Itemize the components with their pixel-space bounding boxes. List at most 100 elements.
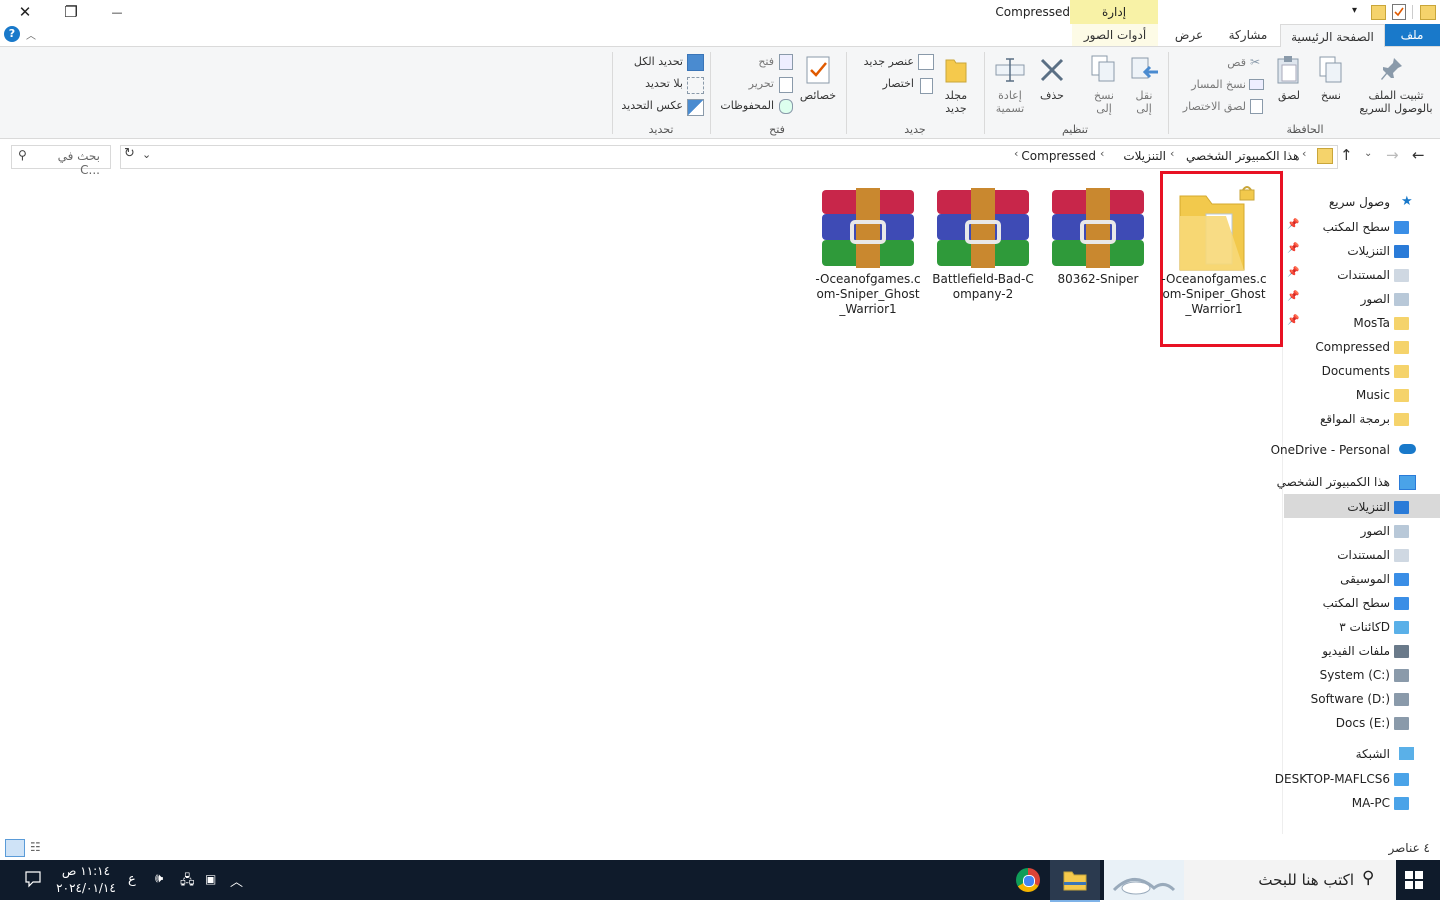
copy-button[interactable]: نسخ (1318, 89, 1344, 102)
history-button[interactable]: المحفوظات (716, 99, 774, 112)
nav-pc-item[interactable]: Docs (E:) (1336, 716, 1390, 730)
move-to-icon[interactable] (1130, 54, 1160, 89)
move-to-button[interactable]: نقل إلى (1128, 89, 1160, 115)
collapse-ribbon-icon[interactable]: ︿ (26, 27, 36, 42)
edit-icon[interactable] (779, 77, 793, 93)
meet-now-icon[interactable]: ▣ (205, 872, 216, 886)
folder-item[interactable]: -Oceanofgames.com-Sniper_Ghost_Warrior1 (1160, 186, 1268, 317)
nav-onedrive[interactable]: OneDrive - Personal (1271, 443, 1390, 457)
copy-to-button[interactable]: نسخ إلى (1088, 89, 1120, 115)
tab-file[interactable]: ملف (1384, 24, 1440, 46)
properties-check-icon[interactable] (805, 55, 831, 88)
show-hidden-icons-icon[interactable]: ︿ (230, 871, 243, 890)
properties-icon[interactable] (1392, 4, 1406, 20)
nav-pc-item[interactable]: كائنات ٣D (1339, 620, 1390, 634)
invert-selection-icon[interactable] (687, 99, 704, 116)
up-arrow-icon[interactable]: ↑ (1340, 146, 1353, 164)
breadcrumb-downloads[interactable]: التنزيلات (1110, 149, 1166, 163)
nav-pc-item[interactable]: الموسيقى (1340, 572, 1390, 586)
help-icon[interactable]: ? (4, 26, 20, 42)
easy-access-icon[interactable] (920, 78, 933, 94)
notifications-icon[interactable] (24, 870, 42, 888)
rename-icon[interactable] (994, 56, 1026, 87)
copy-to-icon[interactable] (1090, 54, 1120, 89)
pin-quick-access-button[interactable]: تثبيت الملف بالوصول السريع (1356, 89, 1436, 115)
paste-shortcut-icon[interactable] (1250, 99, 1263, 114)
clock-date[interactable]: ٢٠٢٤/٠١/١٤ (56, 881, 116, 895)
archive-item[interactable]: -Oceanofgames.com-Sniper_Ghost_Warrior1 (814, 186, 922, 317)
clock-time[interactable]: ١١:١٤ ص (56, 864, 116, 878)
select-all-icon[interactable] (687, 54, 704, 71)
minimize-button[interactable]: — (94, 0, 140, 24)
properties-button[interactable]: خصائص (796, 89, 840, 102)
rename-button[interactable]: إعادة تسمية (990, 89, 1030, 115)
nav-pc-item[interactable]: Software (D:) (1311, 692, 1390, 706)
breadcrumb-this-pc[interactable]: هذا الكمبيوتر الشخصي (1186, 149, 1299, 163)
chrome-icon[interactable] (1016, 868, 1040, 892)
windows-start-icon[interactable] (1404, 870, 1424, 890)
copy-path-icon[interactable] (1249, 79, 1264, 90)
details-view-icon[interactable] (5, 839, 25, 857)
nav-this-pc[interactable]: هذا الكمبيوتر الشخصي (1277, 475, 1390, 489)
folder-icon[interactable] (1371, 5, 1386, 20)
large-icons-view-icon[interactable]: ☷ (30, 840, 41, 854)
nav-quick-item[interactable]: المستندات (1337, 268, 1390, 282)
nav-pc-item[interactable]: المستندات (1337, 548, 1390, 562)
nav-quick-access[interactable]: وصول سريع (1329, 195, 1390, 209)
edit-button[interactable]: تحرير (744, 77, 774, 90)
breadcrumb-compressed[interactable]: Compressed (1020, 149, 1096, 163)
new-item-icon[interactable] (918, 54, 934, 70)
address-dropdown-icon[interactable]: ⌄ (142, 148, 151, 161)
nav-network-computer[interactable]: DESKTOP-MAFLCS6 (1275, 772, 1390, 786)
nav-pc-item[interactable]: System (C:) (1320, 668, 1390, 682)
archive-item[interactable]: 80362-Sniper (1044, 186, 1152, 287)
tab-share[interactable]: مشاركة (1220, 24, 1276, 46)
customize-toolbar-icon[interactable]: ▾ (1352, 5, 1362, 19)
tab-view[interactable]: عرض (1164, 24, 1214, 46)
open-button[interactable]: فتح (744, 55, 774, 68)
new-item-button[interactable]: عنصر جديد (852, 55, 914, 68)
nav-pc-item[interactable]: ملفات الفيديو (1322, 644, 1390, 658)
cut-button[interactable]: قص (1210, 56, 1246, 69)
nav-network[interactable]: الشبكة (1356, 747, 1390, 761)
pin-icon[interactable] (1380, 56, 1404, 87)
nav-quick-item[interactable]: Compressed (1315, 340, 1390, 354)
volume-icon[interactable]: 🕪 (155, 871, 163, 886)
paste-button[interactable]: لصق (1276, 89, 1302, 102)
nav-quick-item[interactable]: MosTa (1353, 316, 1390, 330)
network-icon[interactable]: 🖧 (180, 871, 195, 893)
forward-arrow-icon[interactable]: → (1386, 146, 1399, 164)
easy-access-button[interactable]: اختصار (870, 77, 914, 90)
search-icon[interactable]: ⚲ (18, 148, 27, 162)
maximize-button[interactable]: ❐ (48, 0, 94, 24)
paste-icon[interactable] (1276, 55, 1302, 88)
file-explorer-taskbar-button[interactable] (1050, 860, 1100, 902)
nav-quick-item[interactable]: برمجة المواقع (1320, 412, 1390, 426)
nav-network-computer[interactable]: MA-PC (1352, 796, 1390, 810)
tab-picture-tools[interactable]: أدوات الصور (1072, 24, 1158, 46)
copy-icon[interactable] (1318, 55, 1344, 88)
nav-quick-item[interactable]: Documents (1322, 364, 1390, 378)
open-icon[interactable] (779, 54, 793, 70)
nav-quick-item[interactable]: سطح المكتب (1323, 220, 1390, 234)
nav-pc-item[interactable]: سطح المكتب (1323, 596, 1390, 610)
nav-quick-item[interactable]: الصور (1361, 292, 1390, 306)
invert-selection-button[interactable]: عكس التحديد (612, 99, 683, 112)
delete-button[interactable]: حذف (1036, 89, 1068, 102)
new-folder-icon[interactable] (944, 56, 968, 87)
history-icon[interactable] (779, 99, 793, 114)
paste-shortcut-button[interactable]: لصق الاختصار (1170, 100, 1246, 113)
scissors-icon[interactable]: ✂ (1250, 55, 1260, 69)
nav-quick-item[interactable]: التنزيلات (1347, 244, 1390, 258)
copy-path-button[interactable]: نسخ المسار (1180, 78, 1246, 91)
manage-contextual-tab[interactable]: إدارة (1070, 0, 1158, 24)
nav-pc-item[interactable]: الصور (1361, 524, 1390, 538)
delete-icon[interactable] (1038, 56, 1066, 87)
new-folder-button[interactable]: مجلد جديد (940, 89, 972, 115)
input-language[interactable]: ع (128, 872, 136, 887)
select-all-button[interactable]: تحديد الكل (620, 55, 683, 68)
select-none-icon[interactable] (687, 77, 704, 94)
nav-quick-item[interactable]: Music (1356, 388, 1390, 402)
nav-pc-item[interactable]: التنزيلات (1347, 500, 1390, 514)
recent-locations-icon[interactable]: ⌄ (1364, 148, 1372, 159)
